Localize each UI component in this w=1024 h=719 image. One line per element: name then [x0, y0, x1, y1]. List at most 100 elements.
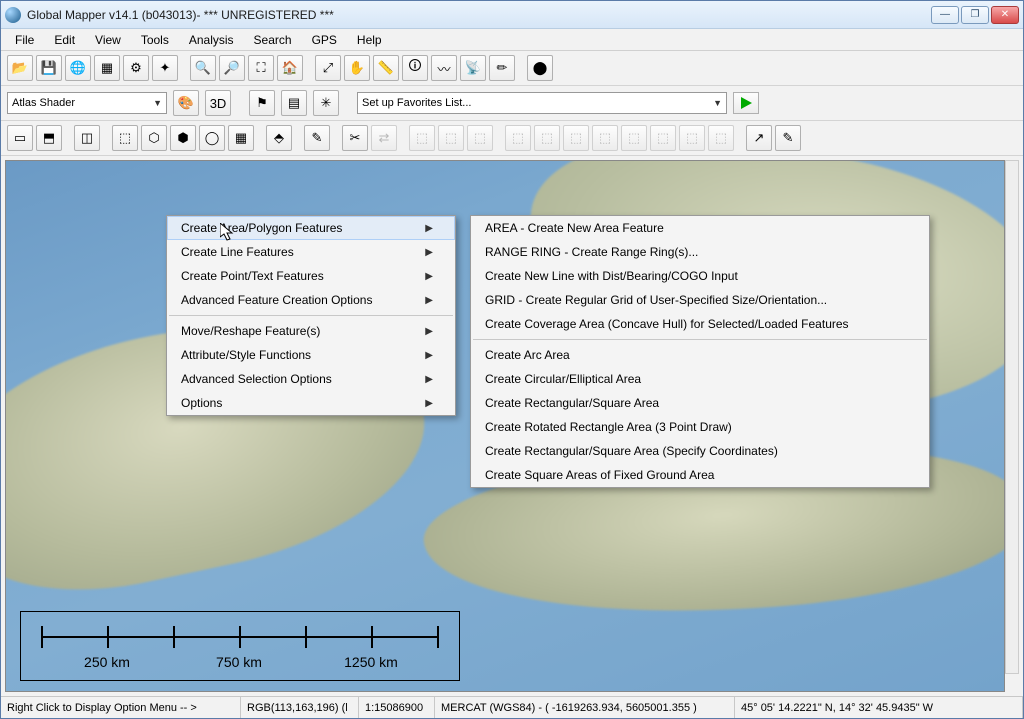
- digitizer-tool-22[interactable]: ⬚: [505, 125, 531, 151]
- maximize-button[interactable]: ❐: [961, 6, 989, 24]
- digitizer-tool-27[interactable]: ⬚: [650, 125, 676, 151]
- context-submenu[interactable]: AREA - Create New Area FeatureRANGE RING…: [470, 215, 930, 488]
- digitizer-tool-31[interactable]: ↗: [746, 125, 772, 151]
- ruler-icon[interactable]: 📏: [373, 55, 399, 81]
- submenu-item[interactable]: GRID - Create Regular Grid of User-Speci…: [471, 288, 929, 312]
- digitizer-tool-8[interactable]: ◯: [199, 125, 225, 151]
- run-button[interactable]: [733, 92, 759, 114]
- close-button[interactable]: ✕: [991, 6, 1019, 24]
- submenu-item[interactable]: Create Circular/Elliptical Area: [471, 367, 929, 391]
- zoom-out-icon[interactable]: 🔎: [219, 55, 245, 81]
- digitizer-tool-0[interactable]: ▭: [7, 125, 33, 151]
- digitizer-tool-18[interactable]: ⬚: [409, 125, 435, 151]
- view3d-icon[interactable]: 3D: [205, 90, 231, 116]
- shader-combo[interactable]: Atlas Shader ▼: [7, 92, 167, 114]
- config-icon[interactable]: ⚙: [123, 55, 149, 81]
- zoom-selection-icon[interactable]: ⛶: [248, 55, 274, 81]
- layer-ctrl-icon[interactable]: ▤: [281, 90, 307, 116]
- context-menu-item[interactable]: Create Area/Polygon Features▶: [167, 216, 455, 240]
- statusbar: Right Click to Display Option Menu -- > …: [1, 696, 1023, 718]
- palette-icon[interactable]: 🎨: [173, 90, 199, 116]
- globe-icon[interactable]: 🌐: [65, 55, 91, 81]
- dropdown-arrow-icon: ▼: [707, 98, 722, 108]
- status-rgb: RGB(113,163,196) (l: [241, 697, 359, 718]
- context-menu-item[interactable]: Create Point/Text Features▶: [167, 264, 455, 288]
- open-icon[interactable]: 📂: [7, 55, 33, 81]
- submenu-item[interactable]: Create Rectangular/Square Area (Specify …: [471, 439, 929, 463]
- digitizer-tool-20[interactable]: ⬚: [467, 125, 493, 151]
- context-menu-item[interactable]: Create Line Features▶: [167, 240, 455, 264]
- context-menu-item[interactable]: Advanced Feature Creation Options▶: [167, 288, 455, 312]
- pencil-icon[interactable]: ✏: [489, 55, 515, 81]
- digitizer-tool-11[interactable]: ⬘: [266, 125, 292, 151]
- digitizer-tool-15[interactable]: ✂: [342, 125, 368, 151]
- digitizer-tool-19[interactable]: ⬚: [438, 125, 464, 151]
- menu-file[interactable]: File: [5, 30, 44, 50]
- digitizer-tool-26[interactable]: ⬚: [621, 125, 647, 151]
- digitizer-tool-6[interactable]: ⬡: [141, 125, 167, 151]
- scale-label: 1250 km: [344, 654, 398, 670]
- submenu-item[interactable]: Create New Line with Dist/Bearing/COGO I…: [471, 264, 929, 288]
- digitizer-tool-32[interactable]: ✎: [775, 125, 801, 151]
- scale-bar: 250 km 750 km 1250 km: [20, 611, 460, 681]
- dropdown-arrow-icon: ▼: [147, 98, 162, 108]
- digitizer-tool-28[interactable]: ⬚: [679, 125, 705, 151]
- tool-icon[interactable]: ✦: [152, 55, 178, 81]
- favorites-combo[interactable]: Set up Favorites List... ▼: [357, 92, 727, 114]
- digitizer-tool-9[interactable]: ▦: [228, 125, 254, 151]
- zoom-in-icon[interactable]: 🔍: [190, 55, 216, 81]
- submenu-item[interactable]: Create Rectangular/Square Area: [471, 391, 929, 415]
- menu-help[interactable]: Help: [347, 30, 392, 50]
- menu-view[interactable]: View: [85, 30, 131, 50]
- digitizer-tool-5[interactable]: ⬚: [112, 125, 138, 151]
- digitizer-tool-23[interactable]: ⬚: [534, 125, 560, 151]
- context-menu-item[interactable]: Move/Reshape Feature(s)▶: [167, 319, 455, 343]
- titlebar: Global Mapper v14.1 (b043013)- *** UNREG…: [1, 1, 1023, 29]
- submenu-item[interactable]: Create Coverage Area (Concave Hull) for …: [471, 312, 929, 336]
- menu-edit[interactable]: Edit: [44, 30, 85, 50]
- context-menu-item[interactable]: Attribute/Style Functions▶: [167, 343, 455, 367]
- flag-icon[interactable]: ⚑: [249, 90, 275, 116]
- record-icon[interactable]: ⬤: [527, 55, 553, 81]
- full-view-icon[interactable]: ⤢: [315, 55, 341, 81]
- status-hint: Right Click to Display Option Menu -- >: [1, 697, 241, 718]
- submenu-item[interactable]: Create Arc Area: [471, 343, 929, 367]
- shader-combo-value: Atlas Shader: [12, 97, 75, 109]
- vertical-scrollbar[interactable]: [1005, 160, 1019, 674]
- context-menu-item[interactable]: Advanced Selection Options▶: [167, 367, 455, 391]
- status-scale: 1:15086900: [359, 697, 435, 718]
- info-icon[interactable]: 🛈: [402, 55, 428, 81]
- save-icon[interactable]: 💾: [36, 55, 62, 81]
- context-menu-item[interactable]: Options▶: [167, 391, 455, 415]
- menu-tools[interactable]: Tools: [131, 30, 179, 50]
- tower-icon[interactable]: 📡: [460, 55, 486, 81]
- digitizer-tool-29[interactable]: ⬚: [708, 125, 734, 151]
- digitizer-tool-13[interactable]: ✎: [304, 125, 330, 151]
- pan-icon[interactable]: ✋: [344, 55, 370, 81]
- menu-search[interactable]: Search: [244, 30, 302, 50]
- submenu-item[interactable]: RANGE RING - Create Range Ring(s)...: [471, 240, 929, 264]
- submenu-item[interactable]: Create Square Areas of Fixed Ground Area: [471, 463, 929, 487]
- context-menu[interactable]: Create Area/Polygon Features▶Create Line…: [166, 215, 456, 416]
- toolbar-shader: Atlas Shader ▼ 🎨 3D ⚑ ▤ ✳ Set up Favorit…: [1, 86, 1023, 121]
- path-icon[interactable]: 〰: [431, 55, 457, 81]
- digitizer-tool-3[interactable]: ◫: [74, 125, 100, 151]
- home-icon[interactable]: 🏠: [277, 55, 303, 81]
- menu-analysis[interactable]: Analysis: [179, 30, 244, 50]
- app-window: Global Mapper v14.1 (b043013)- *** UNREG…: [0, 0, 1024, 719]
- favorites-combo-value: Set up Favorites List...: [362, 97, 471, 109]
- digitizer-tool-7[interactable]: ⬢: [170, 125, 196, 151]
- submenu-item[interactable]: Create Rotated Rectangle Area (3 Point D…: [471, 415, 929, 439]
- network-icon[interactable]: ✳: [313, 90, 339, 116]
- overlay-icon[interactable]: ▦: [94, 55, 120, 81]
- minimize-button[interactable]: ―: [931, 6, 959, 24]
- digitizer-tool-25[interactable]: ⬚: [592, 125, 618, 151]
- digitizer-tool-16[interactable]: ⇄: [371, 125, 397, 151]
- submenu-item[interactable]: AREA - Create New Area Feature: [471, 216, 929, 240]
- digitizer-tool-24[interactable]: ⬚: [563, 125, 589, 151]
- menu-gps[interactable]: GPS: [302, 30, 347, 50]
- menubar: File Edit View Tools Analysis Search GPS…: [1, 29, 1023, 51]
- map-view[interactable]: 250 km 750 km 1250 km Create Area/Polygo…: [5, 160, 1005, 692]
- digitizer-tool-1[interactable]: ⬒: [36, 125, 62, 151]
- toolbar-main: 📂 💾 🌐 ▦ ⚙ ✦ 🔍 🔎 ⛶ 🏠 ⤢ ✋ 📏 🛈 〰 📡 ✏ ⬤: [1, 51, 1023, 86]
